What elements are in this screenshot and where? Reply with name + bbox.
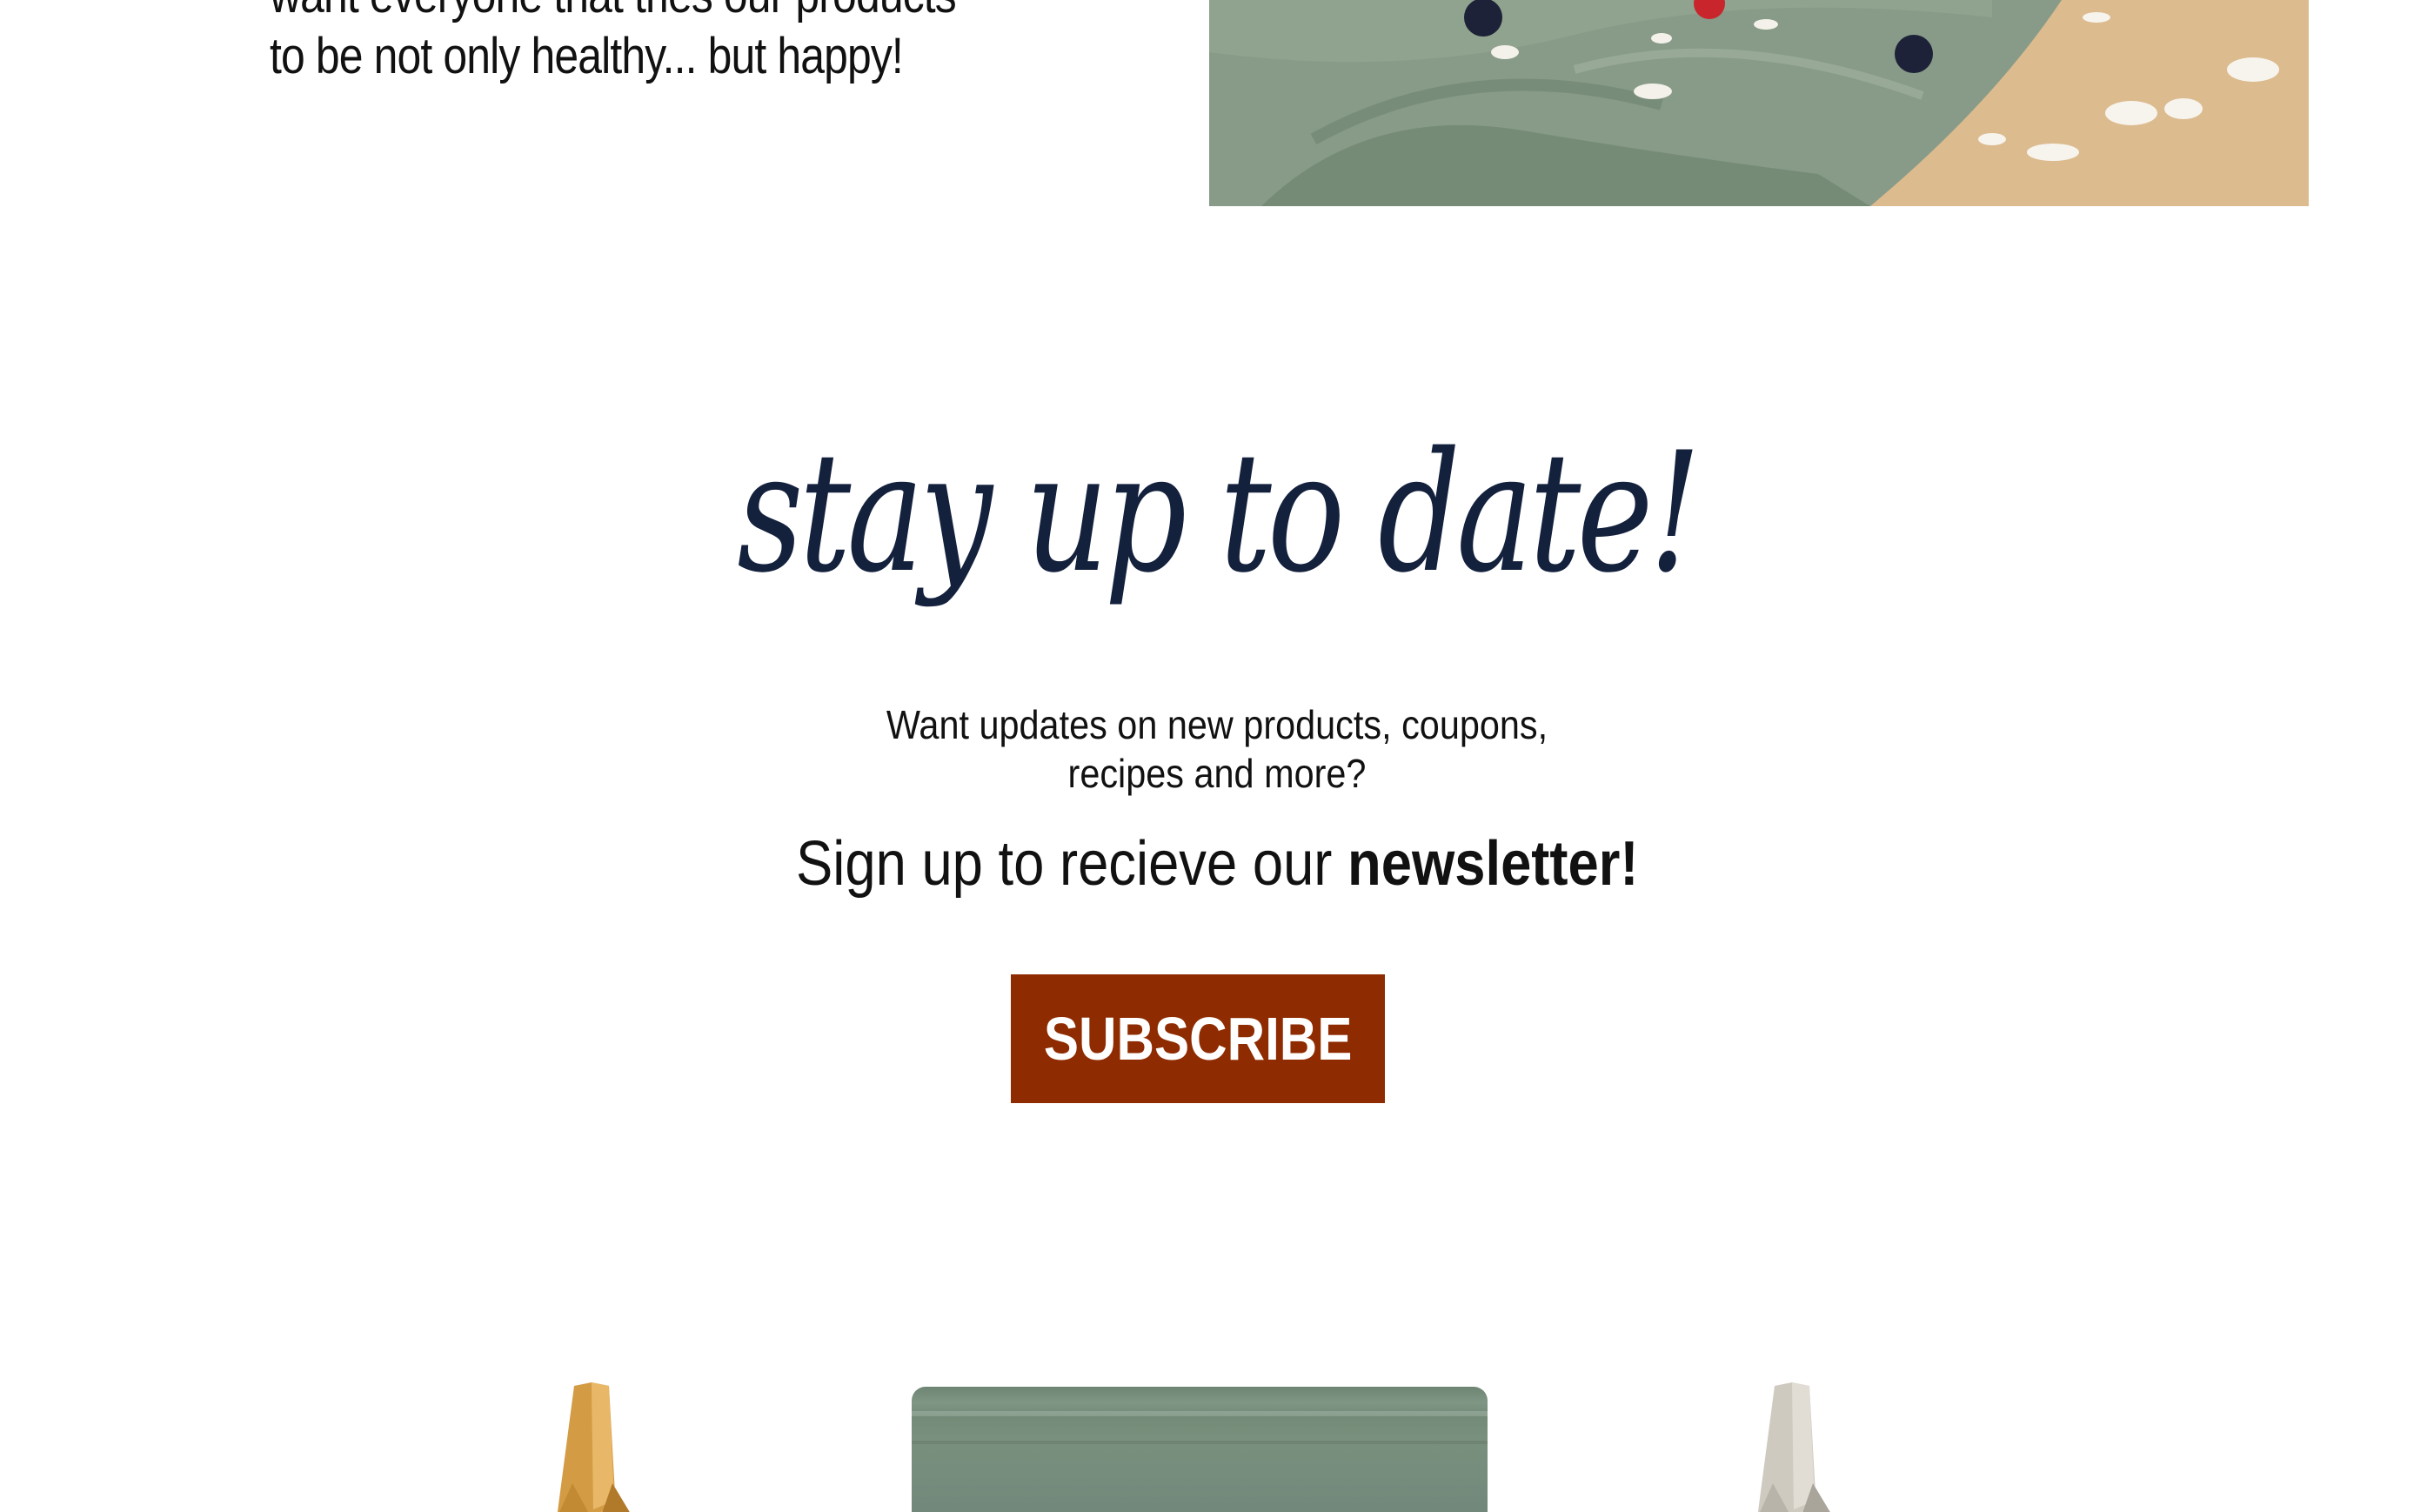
newsletter-title: stay up to date!: [737, 417, 1701, 609]
product-package-green[interactable]: [912, 1387, 1488, 1512]
newsletter-description-line-1: Want updates on new products, coupons,: [886, 702, 1548, 747]
food-photo-image: [1209, 0, 2309, 206]
about-text-line-1: want everyone that tries our products: [270, 0, 988, 26]
newsletter-cta-text: Sign up to recieve our newsletter!: [0, 826, 2434, 901]
about-text-line-2: to be not only healthy... but happy!: [270, 28, 904, 84]
newsletter-cta-bold: newsletter!: [1347, 829, 1639, 899]
newsletter-description-line-2: recipes and more?: [1067, 751, 1367, 796]
product-package-tan[interactable]: [539, 1379, 652, 1512]
newsletter-cta-prefix: Sign up to recieve our: [795, 829, 1347, 899]
about-text: want everyone that tries our products to…: [270, 0, 988, 87]
product-package-grey[interactable]: [1740, 1379, 1853, 1512]
subscribe-button-label: SUBSCRIBE: [1043, 1005, 1353, 1073]
subscribe-button[interactable]: SUBSCRIBE: [1011, 974, 1385, 1103]
newsletter-description: Want updates on new products, coupons, r…: [0, 700, 2434, 798]
